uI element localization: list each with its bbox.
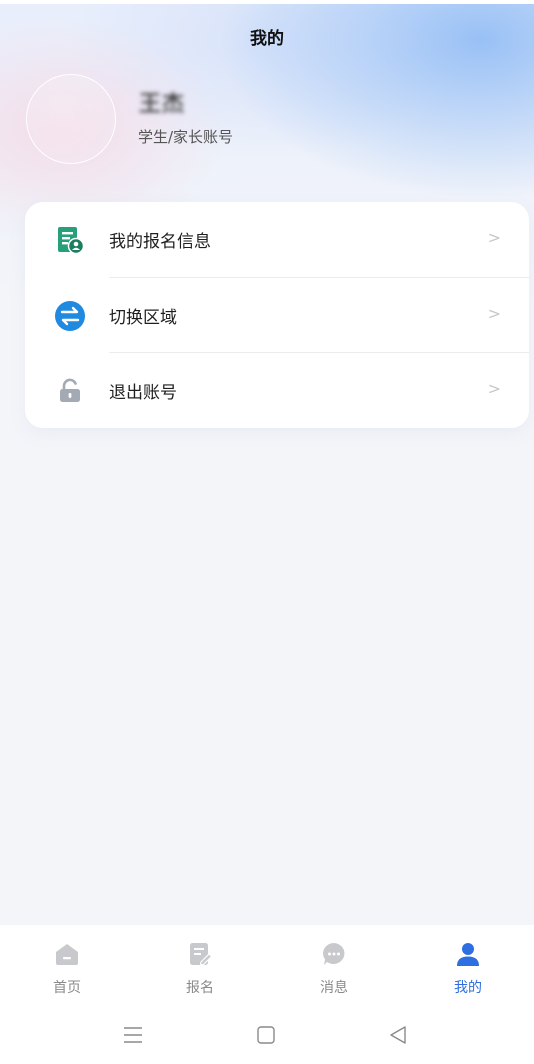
tab-label: 首页: [53, 980, 81, 996]
tab-home[interactable]: 首页: [17, 935, 117, 1005]
chevron-right-icon: >: [487, 304, 501, 323]
unlock-icon: [52, 375, 88, 407]
bottom-tab-bar: 首页 报名 消息 我的: [0, 925, 534, 1010]
menu-item-label: 退出账号: [109, 383, 177, 403]
my-page-screen: 我的 王杰 学生/家长账号 我的报名信息 > 切换区域 > 退出账号 > 首页 …: [0, 0, 534, 1064]
home-icon: [54, 941, 80, 967]
system-navigation-bar: [0, 1010, 534, 1064]
status-bar: [0, 0, 534, 4]
avatar[interactable]: [26, 74, 116, 164]
chevron-right-icon: >: [487, 379, 501, 398]
registration-info-icon: [52, 224, 88, 256]
menu-item-logout[interactable]: 退出账号 >: [25, 353, 529, 428]
menu-item-label: 切换区域: [109, 308, 177, 328]
switch-region-icon: [52, 300, 88, 332]
menu-icon[interactable]: [118, 1020, 148, 1050]
menu-item-registration-info[interactable]: 我的报名信息 >: [25, 202, 529, 277]
tab-registration[interactable]: 报名: [150, 935, 250, 1005]
back-triangle-icon[interactable]: [383, 1020, 413, 1050]
message-bubble-icon: [321, 941, 347, 967]
page-title: 我的: [250, 29, 284, 49]
tab-label: 报名: [186, 980, 214, 996]
chevron-right-icon: >: [487, 228, 501, 247]
form-edit-icon: [187, 941, 213, 967]
menu-card: 我的报名信息 > 切换区域 > 退出账号 >: [25, 202, 529, 428]
tab-label: 我的: [454, 980, 482, 996]
user-icon: [455, 941, 481, 967]
user-name: 王杰: [139, 92, 186, 117]
home-square-icon[interactable]: [251, 1020, 281, 1050]
tab-label: 消息: [320, 980, 348, 996]
tab-mine[interactable]: 我的: [418, 935, 518, 1005]
menu-item-switch-region[interactable]: 切换区域 >: [25, 278, 529, 353]
tab-messages[interactable]: 消息: [284, 935, 384, 1005]
menu-item-label: 我的报名信息: [109, 232, 211, 252]
account-type-label: 学生/家长账号: [138, 128, 234, 146]
